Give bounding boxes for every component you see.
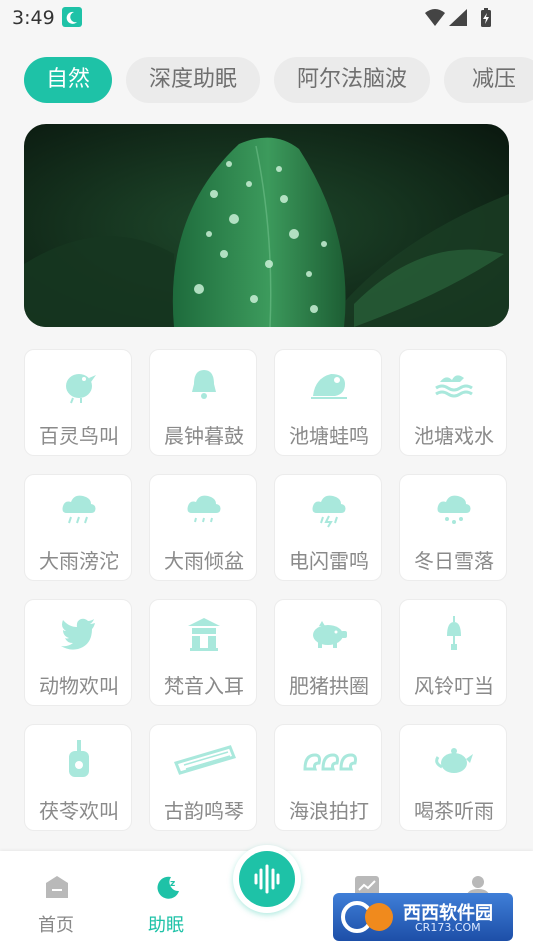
sound-label: 池塘戏水: [414, 424, 494, 448]
svg-text:z: z: [170, 879, 175, 889]
status-time: 3:49: [12, 7, 55, 29]
sound-tile[interactable]: 茯苓欢叫: [24, 724, 132, 831]
sound-tile[interactable]: 池塘戏水: [399, 349, 507, 456]
twitter-bird-icon: [61, 618, 95, 650]
sound-label: 风铃叮当: [414, 674, 494, 698]
sound-tile[interactable]: 海浪拍打: [274, 724, 382, 831]
sound-tile[interactable]: 大雨滂沱: [24, 474, 132, 581]
sound-label: 肥猪拱圈: [289, 674, 369, 698]
sound-label: 大雨滂沱: [39, 549, 119, 573]
nav-home[interactable]: 首页: [16, 851, 96, 948]
tab-deep-sleep[interactable]: 深度助眠: [126, 57, 260, 103]
sound-tile[interactable]: 梵音入耳: [149, 599, 257, 706]
temple-icon: [188, 618, 220, 651]
bird-icon: [66, 374, 96, 404]
sound-label: 晨钟暮鼓: [164, 424, 244, 448]
sound-tile[interactable]: 冬日雪落: [399, 474, 507, 581]
battery-icon: [481, 8, 491, 27]
water-waves-icon: [435, 375, 473, 398]
watermark-logo-icon: [341, 901, 393, 933]
sound-label: 大雨倾盆: [164, 549, 244, 573]
sound-label: 海浪拍打: [289, 799, 369, 823]
sound-label: 动物欢叫: [39, 674, 119, 698]
sound-label: 百灵鸟叫: [39, 424, 119, 448]
system-icons: [423, 7, 497, 33]
home-icon: [46, 876, 68, 898]
pig-icon: [313, 621, 347, 648]
sea-waves-icon: [303, 753, 357, 771]
rain-cloud-icon: [187, 495, 221, 523]
nav-home-label: 首页: [38, 915, 74, 936]
sound-tile[interactable]: 喝茶听雨: [399, 724, 507, 831]
wind-chime-icon: [447, 616, 461, 650]
sound-label: 梵音入耳: [164, 674, 244, 698]
sound-tile[interactable]: 肥猪拱圈: [274, 599, 382, 706]
frog-icon: [311, 374, 347, 399]
sound-tile[interactable]: 大雨倾盆: [149, 474, 257, 581]
sound-label: 喝茶听雨: [414, 799, 494, 823]
tab-nature[interactable]: 自然: [24, 57, 112, 103]
guqin-icon: [173, 745, 236, 775]
nav-sleep[interactable]: z 助眠: [126, 851, 206, 948]
sound-tile[interactable]: 百灵鸟叫: [24, 349, 132, 456]
nav-sleep-label: 助眠: [148, 915, 184, 936]
tab-stress-relief[interactable]: 减压: [444, 57, 533, 103]
sound-tile[interactable]: 动物欢叫: [24, 599, 132, 706]
site-watermark: 西西软件园 CR173.COM: [333, 893, 513, 941]
sound-tile[interactable]: 古韵鸣琴: [149, 724, 257, 831]
sound-tile[interactable]: 风铃叮当: [399, 599, 507, 706]
watermark-url: CR173.COM: [415, 921, 481, 934]
tab-alpha-waves[interactable]: 阿尔法脑波: [274, 57, 430, 103]
status-bar: 3:49: [0, 0, 533, 36]
bell-icon: [192, 370, 216, 399]
snow-cloud-icon: [437, 495, 471, 524]
play-sound-button[interactable]: [233, 845, 301, 913]
sound-label: 池塘蛙鸣: [289, 424, 369, 448]
teapot-icon: [435, 748, 473, 773]
sound-label: 冬日雪落: [414, 549, 494, 573]
sound-label: 茯苓欢叫: [39, 799, 119, 823]
sound-tile[interactable]: 电闪雷鸣: [274, 474, 382, 581]
thunder-cloud-icon: [312, 495, 346, 528]
wifi-icon: [425, 9, 445, 26]
category-tabs: 自然 深度助眠 阿尔法脑波 减压: [24, 57, 533, 103]
sound-tile[interactable]: 池塘蛙鸣: [274, 349, 382, 456]
heavy-rain-icon: [62, 495, 96, 524]
signal-icon: [449, 9, 467, 26]
sound-label: 电闪雷鸣: [289, 549, 369, 573]
moon-icon: [62, 7, 82, 27]
sound-label: 古韵鸣琴: [164, 799, 244, 823]
sound-tile[interactable]: 晨钟暮鼓: [149, 349, 257, 456]
ukulele-icon: [69, 740, 89, 777]
moon-sleep-icon: z: [157, 876, 179, 899]
sound-wave-icon: [254, 864, 280, 894]
banner-image[interactable]: [24, 124, 509, 327]
